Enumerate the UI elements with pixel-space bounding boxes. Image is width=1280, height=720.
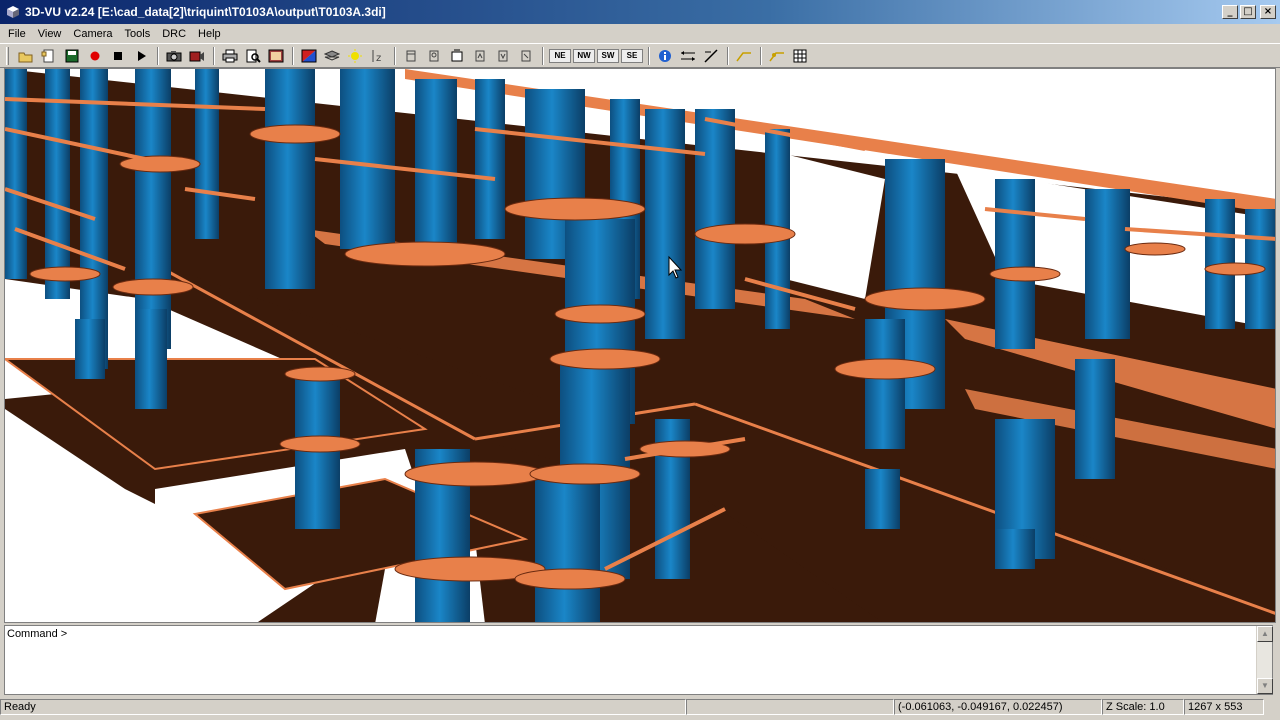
toolbar: z NE NW SW SE bbox=[0, 43, 1280, 68]
status-bar: Ready (-0.061063, -0.049167, 0.022457) Z… bbox=[0, 698, 1280, 716]
export-icon[interactable] bbox=[265, 46, 287, 66]
window-title: 3D-VU v2.24 [E:\cad_data[2]\triquint\T01… bbox=[25, 5, 386, 19]
toolbar-separator bbox=[648, 46, 650, 65]
toolbar-separator bbox=[542, 46, 544, 65]
status-blank bbox=[686, 699, 894, 715]
new-icon[interactable] bbox=[38, 46, 60, 66]
play-icon[interactable] bbox=[130, 46, 152, 66]
toolbar-grip[interactable] bbox=[6, 46, 9, 65]
highlight-icon[interactable] bbox=[766, 46, 788, 66]
view-left-icon[interactable] bbox=[469, 46, 491, 66]
view-sw-button[interactable]: SW bbox=[597, 48, 619, 63]
light-icon[interactable] bbox=[344, 46, 366, 66]
status-coordinates: (-0.061063, -0.049167, 0.022457) bbox=[894, 699, 1102, 715]
status-text: Ready bbox=[0, 699, 686, 715]
status-zscale: Z Scale: 1.0 bbox=[1102, 699, 1184, 715]
toolbar-separator bbox=[760, 46, 762, 65]
close-button[interactable]: × bbox=[1260, 5, 1276, 19]
view-ne-button[interactable]: NE bbox=[549, 48, 571, 63]
scroll-up-icon[interactable]: ▲ bbox=[1257, 626, 1273, 642]
toolbar-separator bbox=[157, 46, 159, 65]
3d-viewport[interactable] bbox=[4, 68, 1276, 623]
command-scrollbar[interactable]: ▲ ▼ bbox=[1256, 626, 1273, 694]
3d-scene bbox=[5, 69, 1275, 622]
toolbar-separator bbox=[394, 46, 396, 65]
view-front-icon[interactable] bbox=[400, 46, 422, 66]
save-icon[interactable] bbox=[61, 46, 83, 66]
print-icon[interactable] bbox=[219, 46, 241, 66]
camera-icon[interactable] bbox=[163, 46, 185, 66]
menu-camera[interactable]: Camera bbox=[67, 28, 118, 40]
print-preview-icon[interactable] bbox=[242, 46, 264, 66]
command-prompt: Command > bbox=[7, 628, 68, 640]
net-icon[interactable] bbox=[733, 46, 755, 66]
menu-help[interactable]: Help bbox=[192, 28, 227, 40]
video-icon[interactable] bbox=[186, 46, 208, 66]
menu-tools[interactable]: Tools bbox=[119, 28, 157, 40]
view-iso-icon[interactable] bbox=[515, 46, 537, 66]
color-icon[interactable] bbox=[298, 46, 320, 66]
measure-icon[interactable] bbox=[677, 46, 699, 66]
z-axis-icon[interactable]: z bbox=[367, 46, 389, 66]
view-se-button[interactable]: SE bbox=[621, 48, 643, 63]
toolbar-separator bbox=[727, 46, 729, 65]
view-top-icon[interactable] bbox=[446, 46, 468, 66]
info-icon[interactable] bbox=[654, 46, 676, 66]
toolbar-separator bbox=[213, 46, 215, 65]
toolbar-separator bbox=[292, 46, 294, 65]
menu-view[interactable]: View bbox=[32, 28, 68, 40]
menu-drc[interactable]: DRC bbox=[156, 28, 192, 40]
layers-icon[interactable] bbox=[321, 46, 343, 66]
menu-file[interactable]: File bbox=[2, 28, 32, 40]
title-bar: 3D-VU v2.24 [E:\cad_data[2]\triquint\T01… bbox=[0, 0, 1280, 24]
minimize-button[interactable]: _ bbox=[1222, 5, 1238, 19]
view-back-icon[interactable] bbox=[423, 46, 445, 66]
grid-icon[interactable] bbox=[789, 46, 811, 66]
app-cube-icon[interactable] bbox=[5, 4, 21, 20]
command-panel[interactable]: Command > ▲ ▼ bbox=[4, 625, 1273, 695]
menu-bar: File View Camera Tools DRC Help bbox=[0, 24, 1280, 43]
view-right-icon[interactable] bbox=[492, 46, 514, 66]
status-viewport-size: 1267 x 553 bbox=[1184, 699, 1264, 715]
stop-icon[interactable] bbox=[107, 46, 129, 66]
open-icon[interactable] bbox=[15, 46, 37, 66]
scroll-down-icon[interactable]: ▼ bbox=[1257, 678, 1273, 694]
svg-text:z: z bbox=[376, 53, 381, 63]
record-icon[interactable] bbox=[84, 46, 106, 66]
resize-grip[interactable] bbox=[1264, 699, 1278, 715]
view-nw-button[interactable]: NW bbox=[573, 48, 595, 63]
maximize-button[interactable]: □ bbox=[1240, 5, 1256, 19]
probe-icon[interactable] bbox=[700, 46, 722, 66]
